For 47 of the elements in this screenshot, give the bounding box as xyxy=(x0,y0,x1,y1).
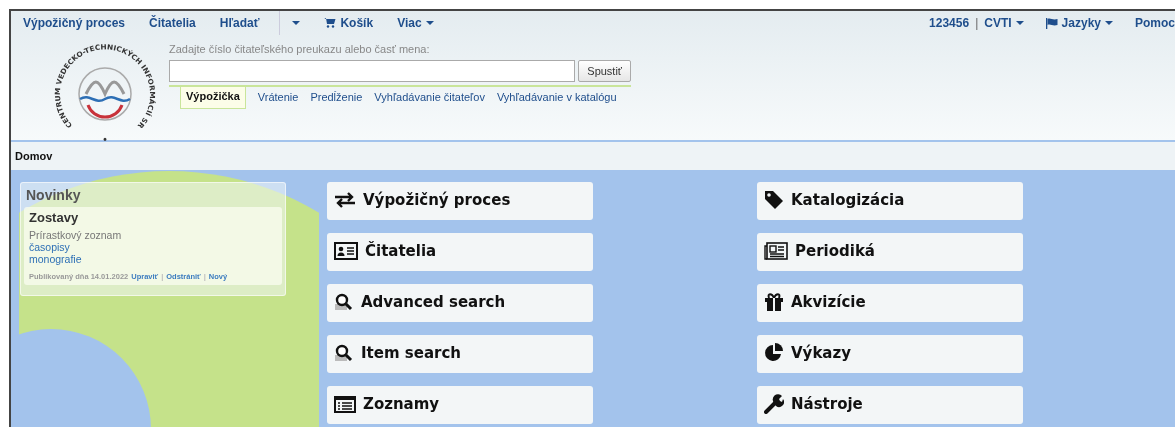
dropdown-caret-icon[interactable] xyxy=(292,21,301,25)
news-item-title: Zostavy xyxy=(29,210,80,225)
pie-chart-icon xyxy=(764,343,784,363)
module-tile[interactable]: Zoznamy xyxy=(327,386,593,424)
breadcrumb[interactable]: Domov xyxy=(15,150,53,162)
search-icon xyxy=(334,293,354,311)
library-menu[interactable]: CVTI xyxy=(984,16,1024,30)
module-tile[interactable]: Výpožičný proces xyxy=(327,182,593,220)
module-tile[interactable]: Nástroje xyxy=(757,386,1023,424)
news-text: Prírastkový zoznam xyxy=(29,229,123,241)
search-icon xyxy=(334,344,354,362)
more-menu[interactable]: Viac xyxy=(397,16,434,30)
newspaper-icon xyxy=(764,242,788,260)
nav-link[interactable]: Čitatelia xyxy=(149,16,196,30)
module-tile[interactable]: Výkazy xyxy=(757,335,1023,373)
flag-icon xyxy=(1045,17,1058,29)
id-card-icon xyxy=(334,242,358,260)
news-link[interactable]: časopisy xyxy=(29,241,277,253)
separator: | xyxy=(975,16,979,30)
user-id: 123456 xyxy=(929,16,970,30)
tag-icon xyxy=(764,190,784,210)
module-tile[interactable]: Item search xyxy=(327,335,593,373)
module-tile[interactable]: Katalogizácia xyxy=(757,182,1023,220)
gift-icon xyxy=(764,293,784,311)
module-tile[interactable]: Periodiká xyxy=(757,233,1023,271)
news-link[interactable]: monografie xyxy=(29,253,277,265)
cart-icon xyxy=(324,18,337,28)
nav-link[interactable]: Hľadať xyxy=(219,16,260,30)
search-label: Zadajte číslo čitateľského preukazu alebo časť mena: xyxy=(169,43,431,55)
search-tab[interactable]: Výpožička xyxy=(180,87,246,109)
search-tab[interactable]: Predĺženie xyxy=(304,87,369,107)
search-tab[interactable]: Vyhľadávanie v katalógu xyxy=(490,87,623,107)
search-tab[interactable]: Vrátenie xyxy=(251,87,305,107)
cart-link[interactable]: Košík xyxy=(324,16,374,30)
module-tile[interactable]: Čitatelia xyxy=(327,233,593,271)
search-tab[interactable]: Vyhľadávanie čitateľov xyxy=(368,87,491,107)
news-title: Novinky xyxy=(25,186,82,205)
module-tile[interactable]: Akvizície xyxy=(757,284,1023,322)
search-field[interactable] xyxy=(169,60,576,82)
wrench-icon xyxy=(764,394,784,414)
list-icon xyxy=(334,395,356,413)
module-tile[interactable]: Advanced search xyxy=(327,284,593,322)
languages-menu[interactable]: Jazyky xyxy=(1045,16,1113,30)
arrows-icon xyxy=(334,192,356,208)
help-link[interactable]: Pomoc xyxy=(1135,16,1175,30)
nav-link[interactable]: Výpožičný proces xyxy=(23,16,126,30)
search-button[interactable]: Spustiť xyxy=(578,60,631,82)
